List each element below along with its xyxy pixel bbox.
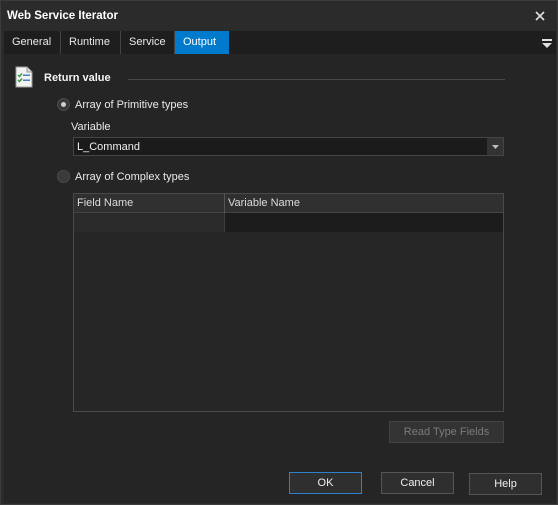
field-mapping-grid[interactable]: Field Name Variable Name <box>73 193 504 412</box>
radio-primitive-label: Array of Primitive types <box>75 98 189 111</box>
column-header-field-name[interactable]: Field Name <box>74 194 225 213</box>
radio-primitive-types[interactable]: Array of Primitive types <box>57 98 188 111</box>
ok-button[interactable]: OK <box>289 472 362 494</box>
checklist-icon <box>15 66 33 88</box>
column-header-variable-name[interactable]: Variable Name <box>225 194 503 213</box>
variable-name-cell[interactable] <box>225 213 503 232</box>
tab-service[interactable]: Service <box>121 31 175 54</box>
tab-output[interactable]: Output <box>175 31 229 54</box>
tab-general[interactable]: General <box>4 31 61 54</box>
close-button[interactable] <box>529 5 551 27</box>
grid-header: Field Name Variable Name <box>74 194 503 213</box>
variable-select-value: L_Command <box>77 141 140 153</box>
dropdown-button[interactable] <box>487 138 503 155</box>
tab-runtime[interactable]: Runtime <box>61 31 121 54</box>
output-panel: Return value Array of Primitive types Va… <box>4 54 556 503</box>
dialog-window: Web Service Iterator General Runtime Ser… <box>0 0 558 505</box>
variable-label: Variable <box>71 121 111 133</box>
radio-complex-types[interactable]: Array of Complex types <box>57 170 189 183</box>
chevron-down-icon <box>491 144 499 149</box>
tab-menu-button[interactable] <box>542 36 552 50</box>
cancel-button[interactable]: Cancel <box>381 472 454 494</box>
radio-complex-label: Array of Complex types <box>75 170 190 183</box>
tab-bar: General Runtime Service Output <box>4 31 556 54</box>
field-name-cell[interactable] <box>74 213 225 232</box>
section-title: Return value <box>44 72 111 84</box>
radio-button-checked[interactable] <box>57 98 70 111</box>
window-title: Web Service Iterator <box>7 10 119 22</box>
radio-button-unchecked[interactable] <box>57 170 70 183</box>
section-divider <box>128 79 505 80</box>
read-type-fields-button[interactable]: Read Type Fields <box>389 421 504 443</box>
hamburger-icon <box>542 39 552 48</box>
close-icon <box>535 11 545 21</box>
table-row[interactable] <box>74 213 503 232</box>
title-bar: Web Service Iterator <box>1 1 557 31</box>
help-button[interactable]: Help <box>469 473 542 495</box>
variable-select[interactable]: L_Command <box>73 137 504 156</box>
